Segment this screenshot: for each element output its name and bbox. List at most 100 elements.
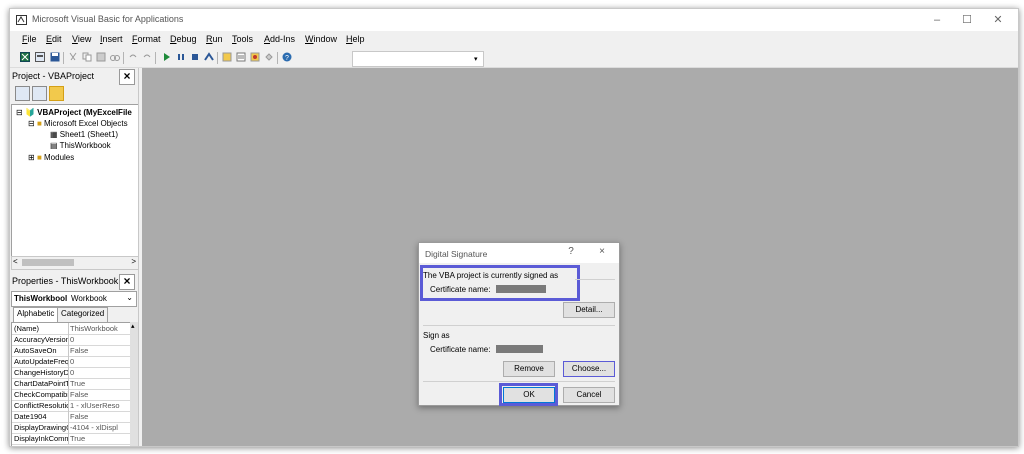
help-icon[interactable]: ? [282, 52, 292, 62]
group-separator [575, 279, 615, 280]
property-value[interactable]: ThisWorkbook [70, 324, 128, 333]
properties-vertical-scrollbar[interactable]: ▴ [130, 322, 138, 446]
menu-view[interactable]: View [72, 34, 91, 44]
property-name: AutoSaveOn [14, 346, 57, 355]
find-icon[interactable] [110, 52, 120, 62]
tree-item-sheet1[interactable]: ▦ Sheet1 (Sheet1) [50, 130, 118, 139]
tree-item-thisworkbook-label: ThisWorkbook [59, 141, 111, 150]
property-name: (Name) [14, 324, 40, 333]
reset-icon[interactable] [190, 52, 200, 62]
excel-view-icon[interactable] [20, 52, 30, 62]
remove-button[interactable]: Remove [503, 361, 555, 377]
vba-app-icon [16, 14, 27, 25]
sign-as-label: Sign as [423, 331, 450, 340]
property-name: ConflictResolutio [14, 401, 68, 410]
scroll-thumb[interactable] [22, 259, 74, 266]
minimize-icon[interactable]: – [927, 12, 947, 28]
close-icon[interactable]: × [595, 246, 609, 257]
workbook-icon: ▤ [50, 141, 58, 150]
object-browser-icon[interactable] [250, 52, 260, 62]
collapse-icon[interactable]: ⊟ [16, 108, 23, 117]
scroll-up-icon[interactable]: ▴ [131, 322, 135, 330]
view-object-icon[interactable] [32, 86, 47, 101]
project-panel-close-icon[interactable]: × [119, 69, 135, 85]
dialog-title: Digital Signature [425, 249, 488, 259]
toggle-folders-icon[interactable] [49, 86, 64, 101]
tree-item-sheet1-label: Sheet1 (Sheet1) [59, 130, 119, 139]
menu-format[interactable]: Format [132, 34, 161, 44]
collapse-icon[interactable]: ⊟ [28, 119, 35, 128]
property-row[interactable]: DisplayInkComm True [12, 433, 130, 445]
project-panel-title: Project - VBAProject [12, 71, 95, 81]
vba-project-icon: 🔰 [24, 108, 35, 117]
cancel-button[interactable]: Cancel [563, 387, 615, 403]
paste-icon[interactable] [96, 52, 106, 62]
object-selector-combo[interactable]: ThisWorkbool Workbook ⌄ [11, 291, 137, 307]
save-icon[interactable] [50, 52, 60, 62]
menu-window[interactable]: Window [305, 34, 337, 44]
chevron-down-icon[interactable]: ⌄ [126, 293, 133, 302]
properties-window-icon[interactable] [236, 52, 246, 62]
toolbar-options-chevron-icon[interactable]: ▾ [474, 55, 478, 63]
detail-button[interactable]: Detail... [563, 302, 615, 318]
toolbox-icon[interactable] [264, 52, 274, 62]
redo-icon[interactable] [142, 52, 152, 62]
tree-folder-objects[interactable]: ⊟ ■ Microsoft Excel Objects [28, 119, 128, 128]
group-separator [423, 325, 615, 326]
toolbar-separator [277, 52, 278, 64]
design-mode-icon[interactable] [204, 52, 214, 62]
project-horizontal-scrollbar[interactable]: < > [11, 256, 139, 270]
properties-grid: (Name) ThisWorkbook AccuracyVersion 0 Auto… [11, 322, 131, 446]
properties-tabs: Alphabetic Categorized [11, 307, 137, 324]
property-value[interactable]: -4104 - xlDispl [70, 423, 128, 432]
property-value[interactable]: False [70, 412, 128, 421]
toolbar-separator [63, 52, 64, 64]
property-value[interactable]: 1 - xlUserReso [70, 401, 128, 410]
project-tree: ⊟ 🔰 VBAProject (MyExcelFile ⊟ ■ Microsof… [11, 104, 139, 257]
property-value[interactable]: True [70, 379, 128, 388]
property-value[interactable]: 0 [70, 357, 128, 366]
menu-edit[interactable]: Edit [46, 34, 62, 44]
maximize-icon[interactable]: ☐ [957, 12, 977, 28]
highlight-box-ok [499, 383, 558, 406]
view-code-icon[interactable] [15, 86, 30, 101]
help-icon[interactable]: ? [564, 246, 578, 257]
property-name: CheckCompatibi [14, 390, 68, 399]
undo-icon[interactable] [128, 52, 138, 62]
tree-folder-modules[interactable]: ⊞ ■ Modules [28, 153, 74, 162]
menu-help[interactable]: Help [346, 34, 365, 44]
tree-item-thisworkbook[interactable]: ▤ ThisWorkbook [50, 141, 111, 150]
tree-root-item[interactable]: ⊟ 🔰 VBAProject (MyExcelFile [16, 108, 132, 117]
properties-panel-header: Properties - ThisWorkbook × [11, 274, 137, 290]
tree-folder-objects-label: Microsoft Excel Objects [44, 119, 128, 128]
insert-userform-icon[interactable] [35, 52, 45, 62]
property-value[interactable]: True [70, 434, 128, 443]
project-panel-header: Project - VBAProject × [11, 69, 137, 85]
menu-insert[interactable]: Insert [100, 34, 123, 44]
scroll-right-icon[interactable]: > [131, 257, 136, 266]
vba-editor-window: Microsoft Visual Basic for Applications … [9, 8, 1019, 447]
property-name: DisplayInkComm [14, 434, 68, 443]
property-value[interactable]: False [70, 390, 128, 399]
close-icon[interactable]: ✕ [988, 12, 1008, 28]
cut-icon[interactable] [68, 52, 78, 62]
copy-icon[interactable] [82, 52, 92, 62]
scroll-left-icon[interactable]: < [13, 257, 18, 266]
expand-icon[interactable]: ⊞ [28, 153, 35, 162]
toolbar-separator [155, 52, 156, 64]
properties-panel-close-icon[interactable]: × [119, 274, 135, 290]
choose-button[interactable]: Choose... [563, 361, 615, 377]
property-value[interactable]: False [70, 346, 128, 355]
menu-debug[interactable]: Debug [170, 34, 197, 44]
property-value[interactable]: 0 [70, 368, 128, 377]
property-value[interactable]: 0 [70, 335, 128, 344]
menu-tools[interactable]: Tools [232, 34, 253, 44]
menu-file[interactable]: File [22, 34, 37, 44]
menu-bar: File Edit View Insert Format Debug Run T… [10, 31, 1018, 48]
menu-add-ins[interactable]: Add-Ins [264, 34, 295, 44]
menu-run[interactable]: Run [206, 34, 223, 44]
project-explorer-icon[interactable] [222, 52, 232, 62]
sheet-icon: ▦ [50, 130, 58, 139]
break-icon[interactable] [176, 52, 186, 62]
run-icon[interactable] [162, 52, 172, 62]
